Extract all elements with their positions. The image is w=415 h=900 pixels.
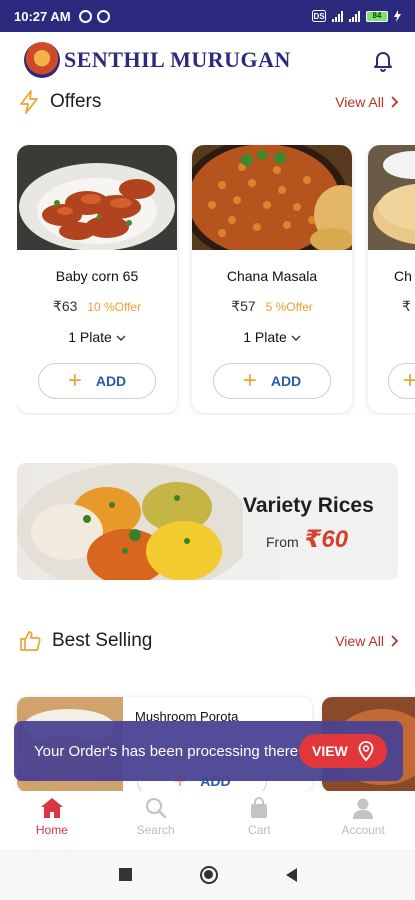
plus-icon: + bbox=[403, 367, 415, 394]
nav-label: Account bbox=[341, 823, 385, 837]
unit-selector[interactable]: 1 Plate bbox=[17, 329, 177, 345]
add-label: ADD bbox=[270, 373, 302, 389]
chevron-right-icon bbox=[391, 96, 398, 108]
unit-selector[interactable]: 1 Plate bbox=[192, 329, 352, 345]
add-label: ADD bbox=[95, 373, 127, 389]
app-header: SENTHIL MURUGAN bbox=[0, 32, 415, 88]
nav-item-cart[interactable]: Cart bbox=[208, 791, 312, 849]
item-price: ₹63 bbox=[52, 298, 78, 314]
item-price: ₹57 bbox=[231, 298, 256, 314]
item-price: ₹ bbox=[402, 298, 411, 314]
offers-section-header: Offers View All bbox=[18, 90, 398, 114]
home-circle-icon[interactable] bbox=[199, 865, 218, 884]
back-icon[interactable] bbox=[285, 867, 297, 882]
variety-rices-banner[interactable]: Variety Rices From ₹60 bbox=[17, 463, 398, 580]
offer-card[interactable]: Baby corn 65 ₹63 10 %Offer 1 Plate + ADD bbox=[17, 145, 177, 413]
chevron-down-icon bbox=[116, 335, 126, 341]
order-status-toast: Your Order's has been processing there V… bbox=[14, 721, 403, 781]
battery-icon: 84 bbox=[366, 10, 388, 22]
svg-text:DS: DS bbox=[313, 12, 325, 21]
nav-item-account[interactable]: Account bbox=[311, 791, 415, 849]
charging-icon bbox=[394, 10, 401, 22]
nav-label: Cart bbox=[248, 823, 271, 837]
plus-icon: + bbox=[67, 367, 82, 394]
offers-view-all-link[interactable]: View All bbox=[335, 94, 398, 110]
offer-percent: 5 %Offer bbox=[265, 300, 313, 314]
view-label: VIEW bbox=[311, 743, 348, 759]
account-icon bbox=[353, 798, 374, 819]
signal-icon bbox=[349, 10, 360, 22]
brand-logo bbox=[24, 42, 60, 78]
banner-title: Variety Rices bbox=[243, 494, 374, 517]
food-image bbox=[368, 145, 415, 250]
item-price-row: ₹57 5 %Offer bbox=[192, 298, 352, 315]
notification-icon bbox=[78, 9, 92, 23]
banner-price: ₹60 bbox=[304, 526, 349, 553]
bottom-navigation: Home Search Cart Account bbox=[0, 791, 415, 849]
item-name: Baby corn 65 bbox=[55, 268, 139, 284]
view-all-label: View All bbox=[335, 633, 384, 649]
food-image bbox=[17, 145, 177, 251]
home-icon bbox=[40, 798, 63, 818]
offer-card[interactable]: Ch ₹ + bbox=[368, 145, 415, 413]
brand-name: SENTHIL MURUGAN bbox=[64, 47, 291, 72]
offers-carousel[interactable]: Baby corn 65 ₹63 10 %Offer 1 Plate + ADD bbox=[17, 145, 415, 415]
thumbs-up-icon bbox=[20, 631, 41, 651]
banner-price-row: From ₹60 bbox=[266, 525, 348, 554]
add-button[interactable]: + ADD bbox=[38, 363, 156, 399]
notification-icon bbox=[96, 9, 110, 23]
search-icon bbox=[145, 797, 166, 819]
view-all-label: View All bbox=[335, 94, 384, 110]
cart-icon bbox=[251, 797, 268, 818]
recents-icon[interactable] bbox=[118, 868, 132, 881]
location-pin-icon bbox=[358, 741, 374, 761]
item-price-row: ₹63 10 %Offer bbox=[17, 298, 177, 315]
signal-icon bbox=[332, 10, 343, 22]
offer-card[interactable]: Chana Masala ₹57 5 %Offer 1 Plate + ADD bbox=[192, 145, 352, 413]
view-order-button[interactable]: VIEW bbox=[298, 734, 387, 768]
offers-title: Offers bbox=[50, 91, 102, 112]
item-name: Chana Masala bbox=[226, 268, 318, 284]
nav-item-home[interactable]: Home bbox=[0, 791, 104, 849]
best-selling-title: Best Selling bbox=[52, 630, 153, 651]
food-image bbox=[192, 145, 352, 262]
data-saver-icon: DS bbox=[312, 10, 326, 22]
best-selling-view-all-link[interactable]: View All bbox=[335, 633, 398, 649]
add-button[interactable]: + ADD bbox=[213, 363, 331, 399]
unit-label: 1 Plate bbox=[243, 329, 287, 345]
banner-food-image bbox=[17, 463, 243, 580]
add-button[interactable]: + bbox=[388, 363, 415, 399]
banner-from-label: From bbox=[266, 534, 299, 550]
bell-icon[interactable] bbox=[371, 48, 395, 72]
system-navigation-bar bbox=[0, 849, 415, 900]
status-bar: 10:27 AM DS 84 bbox=[0, 0, 415, 32]
best-selling-section-header: Best Selling View All bbox=[18, 629, 398, 653]
chevron-down-icon bbox=[291, 335, 301, 341]
chevron-right-icon bbox=[391, 635, 398, 647]
plus-icon: + bbox=[242, 367, 257, 394]
status-time: 10:27 AM bbox=[14, 8, 71, 24]
unit-label: 1 Plate bbox=[68, 329, 112, 345]
toast-message: Your Order's has been processing there bbox=[34, 742, 299, 760]
nav-label: Home bbox=[35, 823, 68, 837]
nav-item-search[interactable]: Search bbox=[104, 791, 208, 849]
offer-percent: 10 %Offer bbox=[87, 300, 142, 314]
nav-label: Search bbox=[136, 823, 175, 837]
bolt-icon bbox=[20, 90, 38, 114]
item-name: Ch bbox=[394, 268, 412, 284]
